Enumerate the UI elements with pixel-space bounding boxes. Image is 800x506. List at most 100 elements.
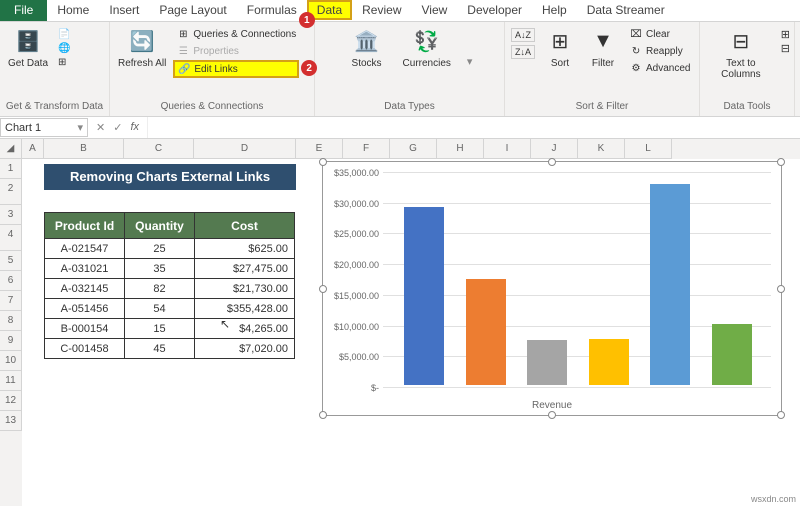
col-header[interactable]: A — [22, 139, 44, 159]
cell-cost[interactable]: $27,475.00 — [195, 259, 295, 279]
chart-handle[interactable] — [319, 158, 327, 166]
fx-icon[interactable]: fx — [130, 121, 139, 134]
tab-insert[interactable]: Insert — [99, 0, 149, 21]
col-header[interactable]: E — [296, 139, 343, 159]
from-table-icon[interactable]: ⊞ — [55, 56, 73, 69]
col-header[interactable]: K — [578, 139, 625, 159]
cell-qty[interactable]: 82 — [125, 279, 195, 299]
tab-review[interactable]: Review — [352, 0, 411, 21]
col-header[interactable]: J — [531, 139, 578, 159]
chart-handle[interactable] — [777, 158, 785, 166]
chart-bar[interactable] — [589, 339, 629, 385]
chart-bar[interactable] — [527, 340, 567, 385]
chart-handle[interactable] — [548, 411, 556, 419]
cell-qty[interactable]: 45 — [125, 339, 195, 359]
cell-qty[interactable]: 54 — [125, 299, 195, 319]
data-types-expand[interactable]: ▾ — [467, 55, 473, 68]
chart[interactable]: $-$5,000.00$10,000.00$15,000.00$20,000.0… — [322, 161, 782, 416]
select-all-corner[interactable]: ◢ — [0, 139, 22, 159]
chart-handle[interactable] — [319, 411, 327, 419]
row-header[interactable]: 8 — [0, 311, 22, 331]
row-header[interactable]: 2 — [0, 179, 22, 205]
tab-page-layout[interactable]: Page Layout — [149, 0, 236, 21]
formula-bar[interactable] — [147, 117, 800, 138]
chart-handle[interactable] — [777, 411, 785, 419]
cancel-formula-icon[interactable]: ✕ — [96, 121, 105, 134]
enter-formula-icon[interactable]: ✓ — [113, 121, 122, 134]
file-tab[interactable]: File — [0, 0, 47, 21]
chart-bar[interactable] — [404, 207, 444, 385]
row-header[interactable]: 5 — [0, 251, 22, 271]
chart-handle[interactable] — [777, 285, 785, 293]
tab-help[interactable]: Help — [532, 0, 577, 21]
tab-home[interactable]: Home — [47, 0, 99, 21]
clear-button[interactable]: ⌧Clear — [626, 26, 693, 42]
chart-plot-area[interactable]: $-$5,000.00$10,000.00$15,000.00$20,000.0… — [383, 172, 771, 385]
chart-y-tick: $15,000.00 — [334, 291, 379, 301]
text-to-columns-button[interactable]: ⊟ Text to Columns — [704, 24, 778, 82]
chart-bar[interactable] — [650, 184, 690, 385]
row-header[interactable]: 12 — [0, 391, 22, 411]
cell-qty[interactable]: 25 — [125, 239, 195, 259]
col-header[interactable]: C — [124, 139, 194, 159]
row-header[interactable]: 6 — [0, 271, 22, 291]
cell-pid[interactable]: A-021547 — [45, 239, 125, 259]
row-header[interactable]: 1 — [0, 159, 22, 179]
col-header[interactable]: H — [437, 139, 484, 159]
row-header[interactable]: 9 — [0, 331, 22, 351]
cell-cost[interactable]: $355,428.00 — [195, 299, 295, 319]
col-header[interactable]: D — [194, 139, 296, 159]
cell-pid[interactable]: B-000154 — [45, 319, 125, 339]
sort-az-icon[interactable]: A↓Z — [511, 28, 535, 42]
tab-view[interactable]: View — [412, 0, 458, 21]
chart-handle[interactable] — [319, 285, 327, 293]
refresh-all-button[interactable]: 🔄 Refresh All — [114, 24, 170, 71]
advanced-button[interactable]: ⚙Advanced — [626, 60, 693, 76]
row-header[interactable]: 11 — [0, 371, 22, 391]
from-text-icon[interactable]: 📄 — [55, 28, 73, 41]
name-box-dropdown-icon[interactable]: ▾ — [77, 121, 83, 134]
flash-fill-icon[interactable]: ⊞ — [781, 28, 790, 41]
tab-data-streamer[interactable]: Data Streamer — [577, 0, 675, 21]
row-header[interactable]: 7 — [0, 291, 22, 311]
row-header[interactable]: 10 — [0, 351, 22, 371]
properties-label: Properties — [193, 46, 239, 57]
cell-pid[interactable]: A-032145 — [45, 279, 125, 299]
cell-cost[interactable]: $4,265.00 — [195, 319, 295, 339]
currencies-button[interactable]: 💱 Currencies — [399, 24, 455, 71]
cell-pid[interactable]: A-031021 — [45, 259, 125, 279]
get-data-button[interactable]: 🗄️ Get Data — [4, 24, 52, 71]
filter-button[interactable]: ▼ Filter — [583, 24, 623, 71]
cell-cost[interactable]: $21,730.00 — [195, 279, 295, 299]
col-header[interactable]: B — [44, 139, 124, 159]
col-header[interactable]: I — [484, 139, 531, 159]
queries-connections-button[interactable]: ⊞Queries & Connections — [173, 26, 299, 42]
tab-formulas[interactable]: Formulas — [237, 0, 307, 21]
cell-cost[interactable]: $7,020.00 — [195, 339, 295, 359]
chart-handle[interactable] — [548, 158, 556, 166]
col-header[interactable]: G — [390, 139, 437, 159]
properties-button[interactable]: ☰Properties — [173, 43, 299, 59]
cell-qty[interactable]: 15 — [125, 319, 195, 339]
cell-qty[interactable]: 35 — [125, 259, 195, 279]
sort-za-icon[interactable]: Z↓A — [511, 45, 535, 59]
name-box[interactable]: Chart 1▾ — [0, 118, 88, 137]
edit-links-button[interactable]: 🔗Edit Links — [173, 60, 299, 78]
reapply-button[interactable]: ↻Reapply — [626, 43, 693, 59]
row-header[interactable]: 4 — [0, 225, 22, 251]
col-header[interactable]: L — [625, 139, 672, 159]
from-web-icon[interactable]: 🌐 — [55, 42, 73, 55]
cell-pid[interactable]: A-051456 — [45, 299, 125, 319]
row-header[interactable]: 3 — [0, 205, 22, 225]
remove-duplicates-icon[interactable]: ⊟ — [781, 42, 790, 55]
tab-developer[interactable]: Developer — [457, 0, 532, 21]
header-cost: Cost — [195, 213, 295, 239]
chart-bar[interactable] — [712, 324, 752, 385]
sort-button[interactable]: ⊞ Sort — [540, 24, 580, 71]
chart-bar[interactable] — [466, 279, 506, 385]
stocks-button[interactable]: 🏛️ Stocks — [347, 24, 387, 71]
col-header[interactable]: F — [343, 139, 390, 159]
cell-cost[interactable]: $625.00 — [195, 239, 295, 259]
cell-pid[interactable]: C-001458 — [45, 339, 125, 359]
row-header[interactable]: 13 — [0, 411, 22, 431]
